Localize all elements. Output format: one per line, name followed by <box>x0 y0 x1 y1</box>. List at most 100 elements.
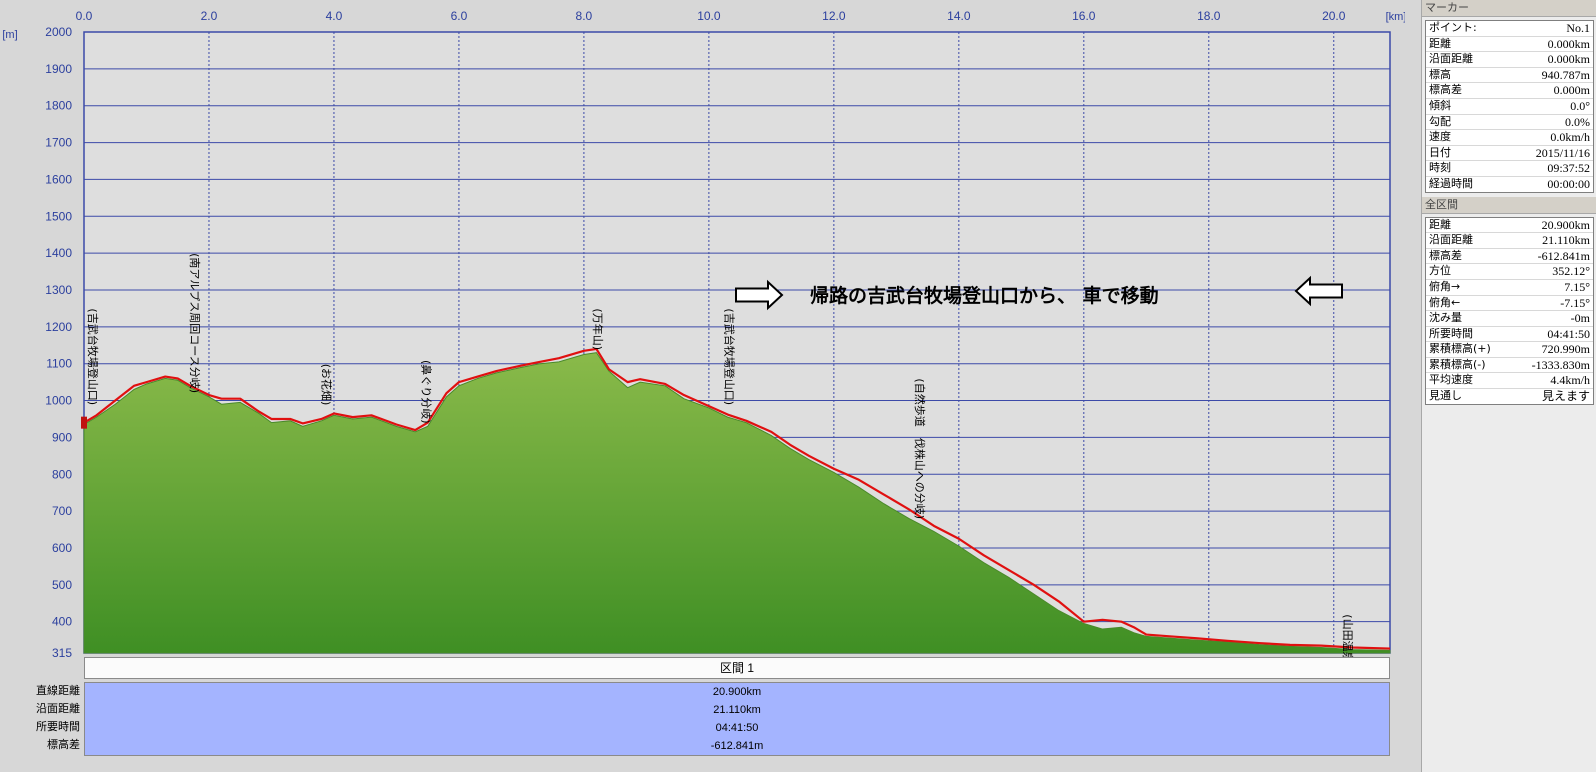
total-key: 所要時間 <box>1429 326 1473 340</box>
section-stat-value: -612.841m <box>710 740 764 752</box>
marker-value: 2015/11/16 <box>1535 145 1590 160</box>
marker-row: 日付 2015/11/16 <box>1426 146 1593 162</box>
total-value: -7.15° <box>1560 295 1590 310</box>
waypoint-label: (吉武台牧場登山口) <box>86 308 100 405</box>
x-tick-label: 14.0 <box>947 9 971 23</box>
marker-value: 940.787m <box>1541 67 1590 82</box>
total-row: 距離 20.900km <box>1426 218 1593 234</box>
y-tick-label: 1600 <box>45 172 72 186</box>
total-value: 720.990m <box>1541 342 1590 357</box>
y-unit-label: [m] <box>2 29 17 41</box>
waypoint-label: (南アルプス周回コース分岐) <box>188 253 201 393</box>
elevation-profile-chart[interactable]: 2000 1900 1800 1700 1600 1500 1400 1300 1200 1100… <box>0 0 1405 660</box>
y-tick-label: 800 <box>52 467 72 481</box>
marker-row: 経過時間 00:00:00 <box>1426 177 1593 192</box>
total-value: -0m <box>1570 311 1590 326</box>
marker-value: 0.000m <box>1553 83 1590 98</box>
x-tick-label: 16.0 <box>1072 9 1096 23</box>
y-tick-label: 900 <box>52 430 72 444</box>
x-tick-label: 2.0 <box>201 9 218 23</box>
marker-row: 標高 940.787m <box>1426 68 1593 84</box>
y-tick-label: 500 <box>52 578 72 592</box>
x-tick-label: 12.0 <box>822 9 846 23</box>
marker-value: 0.0° <box>1570 98 1590 113</box>
section-header[interactable]: 区間 1 <box>84 657 1390 679</box>
y-tick-label: 1500 <box>45 209 72 223</box>
x-tick-label: 18.0 <box>1197 9 1221 23</box>
marker-key: 距離 <box>1429 36 1451 50</box>
marker-key: 標高差 <box>1429 83 1462 97</box>
marker-panel-title: マーカー <box>1422 0 1596 17</box>
marker-side-panel: マーカー ポイント: No.1 距離 0.000km 沿面距離 0.000km 標高 940.… <box>1421 0 1596 772</box>
section-stat-value: 21.110km <box>713 704 761 716</box>
total-key: 平均速度 <box>1429 373 1473 387</box>
total-value: 20.900km <box>1541 217 1590 232</box>
total-key: 累積標高(-) <box>1429 357 1486 371</box>
waypoint-label: (自然歩道 伐株山への分岐) <box>913 378 927 519</box>
waypoint-label: (お花畑) <box>319 364 332 406</box>
x-tick-label: 8.0 <box>576 9 593 23</box>
y-tick-label: 600 <box>52 541 72 555</box>
total-row: 俯角← -7.15° <box>1426 296 1593 312</box>
marker-key: 日付 <box>1429 145 1451 159</box>
section-stat-value: 04:41:50 <box>715 722 759 734</box>
total-key: 俯角→ <box>1429 279 1461 293</box>
total-key: 沈み量 <box>1429 311 1462 325</box>
marker-row: 距離 0.000km <box>1426 37 1593 53</box>
total-value: 見えます <box>1541 389 1590 404</box>
marker-key: 時刻 <box>1429 161 1451 175</box>
total-key: 見通し <box>1429 389 1462 403</box>
total-key: 標高差 <box>1429 248 1462 262</box>
total-value: 352.12° <box>1552 264 1590 279</box>
marker-info-table: ポイント: No.1 距離 0.000km 沿面距離 0.000km 標高 940.787m 標… <box>1425 20 1594 193</box>
marker-row: 沿面距離 0.000km <box>1426 52 1593 68</box>
total-key: 距離 <box>1429 217 1451 231</box>
marker-key: 沿面距離 <box>1429 52 1473 66</box>
total-value: 04:41:50 <box>1547 326 1590 341</box>
total-info-table: 距離 20.900km 沿面距離 21.110km 標高差 -612.841m 方位 352.… <box>1425 216 1594 405</box>
total-key: 俯角← <box>1429 295 1461 309</box>
marker-value: 09:37:52 <box>1547 161 1590 176</box>
y-tick-label: 1900 <box>45 62 72 76</box>
total-value: 4.4km/h <box>1550 373 1590 388</box>
x-tick-label: 20.0 <box>1322 9 1346 23</box>
marker-row: 標高差 0.000m <box>1426 83 1593 99</box>
section-stat-label: 沿面距離 <box>36 702 80 715</box>
marker-row: 傾斜 0.0° <box>1426 99 1593 115</box>
waypoint-label: (万年山) <box>591 308 605 350</box>
marker-key: 経過時間 <box>1429 176 1473 190</box>
waypoint-label: (山田温泉) <box>1341 614 1355 660</box>
total-value: 21.110km <box>1542 233 1590 248</box>
total-row: 沈み量 -0m <box>1426 311 1593 327</box>
section-stat-labels: 直線距離沿面距離所要時間標高差 <box>0 682 82 754</box>
section-stat-label: 直線距離 <box>36 684 80 697</box>
total-key: 累積標高(+) <box>1429 342 1491 356</box>
y-tick-label: 1700 <box>45 136 72 150</box>
total-row: 見通し 見えます <box>1426 389 1593 404</box>
route-note: 帰路の吉武台牧場登山口から、 車で移動 <box>810 284 1159 307</box>
section-stat-label: 所要時間 <box>36 720 80 733</box>
marker-row: ポイント: No.1 <box>1426 21 1593 37</box>
section-stat-value: 20.900km <box>712 686 762 698</box>
total-key: 沿面距離 <box>1429 233 1473 247</box>
total-row: 俯角→ 7.15° <box>1426 280 1593 296</box>
marker-key: 標高 <box>1429 67 1451 81</box>
total-value: -612.841m <box>1537 248 1590 263</box>
x-tick-label: 0.0 <box>76 9 93 23</box>
y-tick-label: 2000 <box>45 25 72 39</box>
y-tick-label: 1100 <box>46 357 72 371</box>
total-row: 所要時間 04:41:50 <box>1426 327 1593 343</box>
total-row: 平均速度 4.4km/h <box>1426 373 1593 390</box>
section-stat-label: 標高差 <box>47 738 80 751</box>
section-stat-values: 20.900km 21.110km 04:41:50 -612.841m <box>84 682 1390 756</box>
marker-row: 勾配 0.0% <box>1426 115 1593 131</box>
start-marker <box>81 416 87 429</box>
y-tick-label: 1200 <box>45 320 72 334</box>
waypoint-label: (吉武台牧場登山口) <box>722 308 736 405</box>
marker-key: 傾斜 <box>1429 98 1451 112</box>
marker-key: 勾配 <box>1429 114 1451 128</box>
total-value: -1333.830m <box>1531 357 1590 372</box>
marker-key: ポイント: <box>1429 21 1477 34</box>
total-panel-title: 全区間 <box>1422 196 1596 214</box>
x-tick-label: 4.0 <box>326 9 343 23</box>
